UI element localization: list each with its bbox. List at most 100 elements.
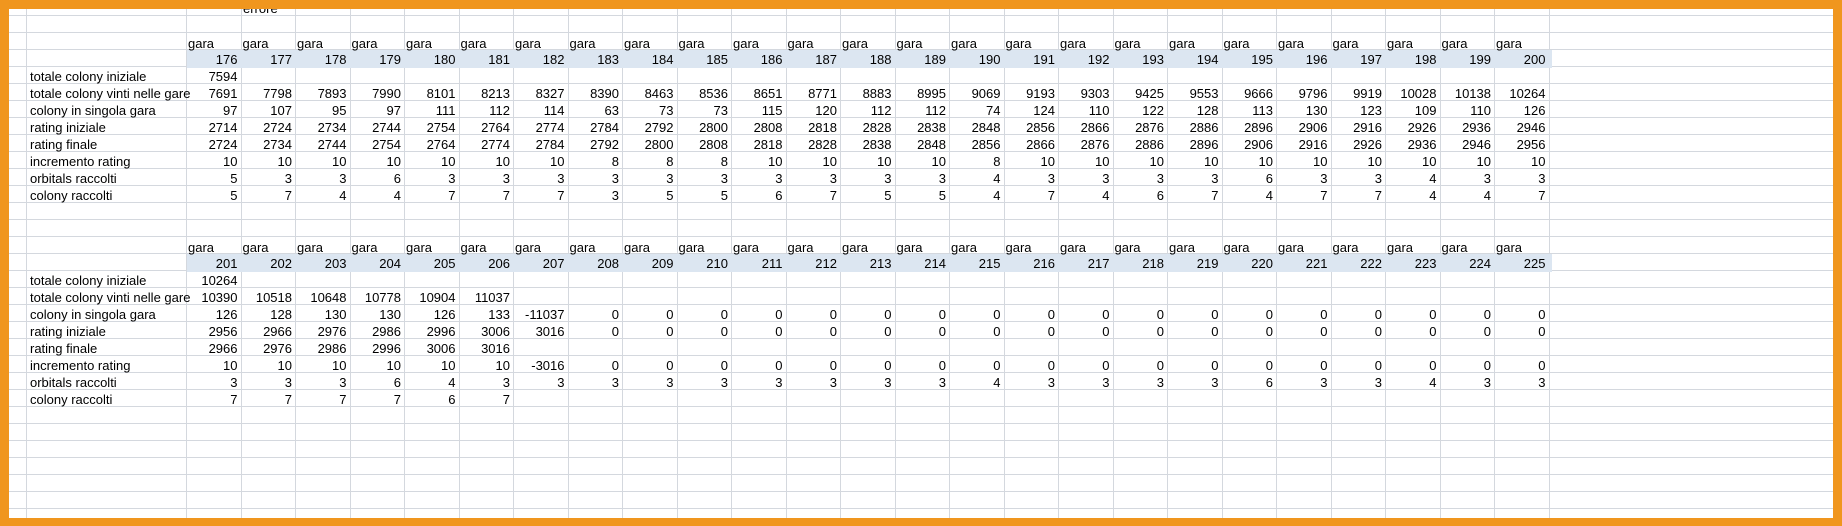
value-cell[interactable]: 7: [1167, 186, 1222, 206]
gara-number-cell[interactable]: 188: [840, 50, 895, 70]
gara-number-cell[interactable]: 224: [1440, 254, 1495, 274]
gara-number-cell[interactable]: 192: [1058, 50, 1113, 70]
value-cell[interactable]: 3: [568, 186, 623, 206]
value-cell[interactable]: 6: [404, 390, 459, 410]
gara-number-cell[interactable]: 196: [1276, 50, 1331, 70]
value-cell[interactable]: 3: [1058, 373, 1113, 393]
value-cell[interactable]: 7: [513, 186, 568, 206]
value-cell[interactable]: 3: [622, 373, 677, 393]
value-cell[interactable]: 5: [840, 186, 895, 206]
value-cell[interactable]: 4: [350, 186, 405, 206]
value-cell[interactable]: 0: [1058, 322, 1113, 342]
value-cell[interactable]: 7: [1276, 186, 1331, 206]
value-cell[interactable]: 0: [1494, 322, 1549, 342]
value-cell[interactable]: 0: [568, 322, 623, 342]
value-cell[interactable]: 5: [186, 186, 241, 206]
gara-number-cell[interactable]: 210: [677, 254, 732, 274]
value-cell[interactable]: 3: [1494, 373, 1549, 393]
gara-number-cell[interactable]: 184: [622, 50, 677, 70]
row-label-cell[interactable]: colony raccolti: [26, 390, 191, 410]
value-cell[interactable]: 6: [1113, 186, 1168, 206]
value-cell[interactable]: 4: [1385, 373, 1440, 393]
value-cell[interactable]: 3: [568, 373, 623, 393]
gara-number-cell[interactable]: 220: [1222, 254, 1277, 274]
gara-number-cell[interactable]: 205: [404, 254, 459, 274]
value-cell[interactable]: 3: [786, 373, 841, 393]
value-cell[interactable]: 0: [786, 322, 841, 342]
gara-number-cell[interactable]: 178: [295, 50, 350, 70]
gara-number-cell[interactable]: 204: [350, 254, 405, 274]
value-cell[interactable]: 0: [840, 322, 895, 342]
value-cell[interactable]: 7: [241, 390, 296, 410]
value-cell[interactable]: 4: [949, 186, 1004, 206]
value-cell[interactable]: 3: [895, 373, 950, 393]
gara-number-cell[interactable]: 194: [1167, 50, 1222, 70]
gara-number-cell[interactable]: 199: [1440, 50, 1495, 70]
gara-number-cell[interactable]: 221: [1276, 254, 1331, 274]
value-cell[interactable]: 0: [949, 322, 1004, 342]
gara-number-cell[interactable]: 193: [1113, 50, 1168, 70]
gara-number-cell[interactable]: 222: [1331, 254, 1386, 274]
value-cell[interactable]: 0: [1276, 322, 1331, 342]
value-cell[interactable]: 4: [1385, 186, 1440, 206]
value-cell[interactable]: 4: [1440, 186, 1495, 206]
gara-number-cell[interactable]: 206: [459, 254, 514, 274]
value-cell[interactable]: 7: [350, 390, 405, 410]
value-cell[interactable]: 7: [1494, 186, 1549, 206]
gara-number-cell[interactable]: 195: [1222, 50, 1277, 70]
gara-number-cell[interactable]: 191: [1004, 50, 1059, 70]
value-cell[interactable]: 0: [1004, 322, 1059, 342]
value-cell[interactable]: 7: [786, 186, 841, 206]
gara-number-cell[interactable]: 216: [1004, 254, 1059, 274]
gara-number-cell[interactable]: 218: [1113, 254, 1168, 274]
value-cell[interactable]: 0: [1385, 322, 1440, 342]
value-cell[interactable]: 5: [622, 186, 677, 206]
value-cell[interactable]: 0: [1331, 322, 1386, 342]
value-cell[interactable]: 3016: [513, 322, 568, 342]
gara-number-cell[interactable]: 187: [786, 50, 841, 70]
value-cell[interactable]: 0: [1167, 322, 1222, 342]
gara-number-cell[interactable]: 211: [731, 254, 786, 274]
gara-number-cell[interactable]: 182: [513, 50, 568, 70]
value-cell[interactable]: 7: [459, 186, 514, 206]
value-cell[interactable]: 4: [1222, 186, 1277, 206]
gara-number-cell[interactable]: 180: [404, 50, 459, 70]
value-cell[interactable]: 7: [1004, 186, 1059, 206]
value-cell[interactable]: 7: [459, 390, 514, 410]
value-cell[interactable]: 3: [1167, 373, 1222, 393]
gara-number-cell[interactable]: 208: [568, 254, 623, 274]
value-cell[interactable]: 3: [840, 373, 895, 393]
gara-number-cell[interactable]: 186: [731, 50, 786, 70]
value-cell[interactable]: 0: [1222, 322, 1277, 342]
value-cell[interactable]: 3: [513, 373, 568, 393]
gara-number-cell[interactable]: 213: [840, 254, 895, 274]
gara-number-cell[interactable]: 202: [241, 254, 296, 274]
row-label-cell[interactable]: colony raccolti: [26, 186, 191, 206]
gara-number-cell[interactable]: 217: [1058, 254, 1113, 274]
value-cell[interactable]: 3: [1276, 373, 1331, 393]
value-cell[interactable]: 3: [1113, 373, 1168, 393]
spreadsheet[interactable]: errore gara176gara177gara178gara179gara1…: [9, 9, 1833, 518]
value-cell[interactable]: 5: [895, 186, 950, 206]
value-cell[interactable]: 3: [677, 373, 732, 393]
value-cell[interactable]: 7: [186, 390, 241, 410]
value-cell[interactable]: 4: [949, 373, 1004, 393]
value-cell[interactable]: 0: [895, 322, 950, 342]
gara-number-cell[interactable]: 215: [949, 254, 1004, 274]
gara-number-cell[interactable]: 219: [1167, 254, 1222, 274]
value-cell[interactable]: 0: [731, 322, 786, 342]
gara-number-cell[interactable]: 189: [895, 50, 950, 70]
value-cell[interactable]: 0: [622, 322, 677, 342]
gara-number-cell[interactable]: 212: [786, 254, 841, 274]
gara-number-cell[interactable]: 185: [677, 50, 732, 70]
value-cell[interactable]: 3: [731, 373, 786, 393]
value-cell[interactable]: 0: [1113, 322, 1168, 342]
gara-number-cell[interactable]: 181: [459, 50, 514, 70]
value-cell[interactable]: 3: [1440, 373, 1495, 393]
gara-number-cell[interactable]: 207: [513, 254, 568, 274]
gara-number-cell[interactable]: 214: [895, 254, 950, 274]
value-cell[interactable]: 6: [1222, 373, 1277, 393]
value-cell[interactable]: 0: [1440, 322, 1495, 342]
value-cell[interactable]: 7: [241, 186, 296, 206]
value-cell[interactable]: 7: [404, 186, 459, 206]
